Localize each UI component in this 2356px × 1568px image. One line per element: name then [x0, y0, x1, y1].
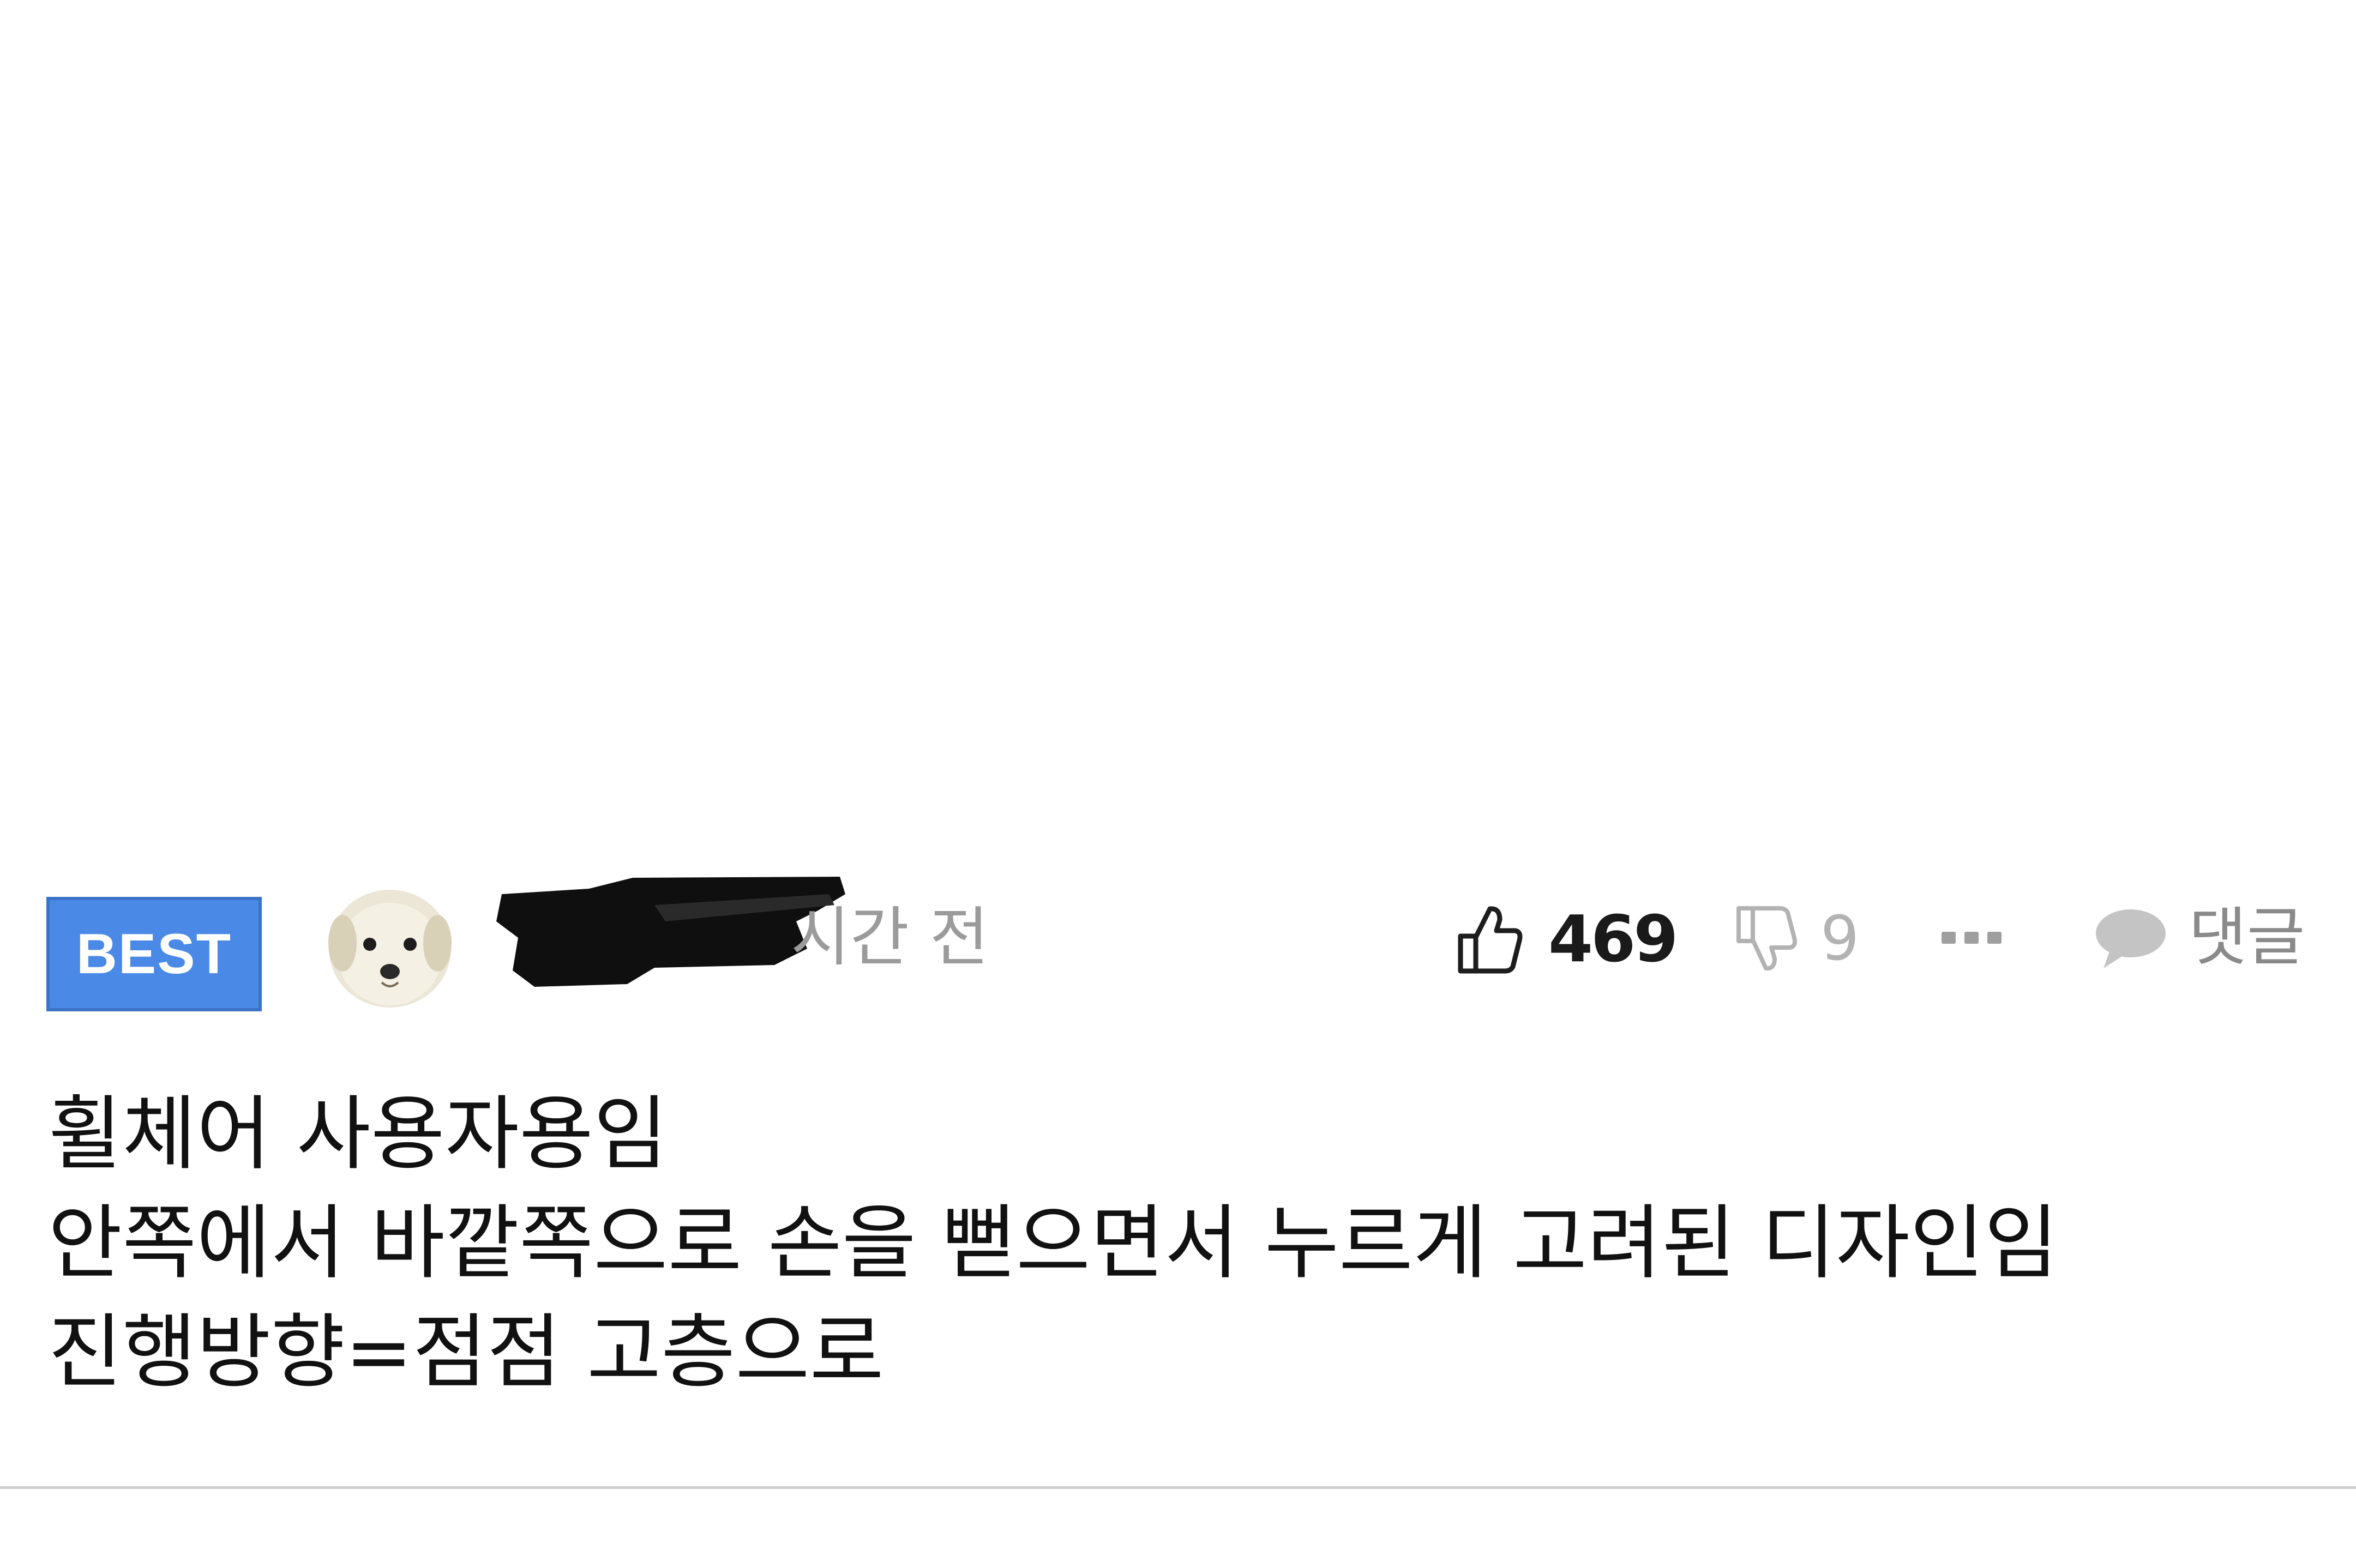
comment-page: BEST 시간 전 469 9 댓글 휠체어 사용자용임 안쪽에서 바깥쪽으로 … [0, 0, 2356, 1568]
thumbs-down-icon [1736, 906, 1797, 971]
comment-time: 시간 전 [791, 900, 989, 975]
dot [1987, 932, 2002, 944]
speech-bubble-icon [2096, 909, 2166, 968]
thumbs-up-icon [1458, 906, 1523, 974]
dislike-button[interactable]: 9 [1734, 895, 1859, 982]
dot [1964, 932, 1979, 944]
puppy-avatar-icon[interactable] [322, 883, 458, 1010]
like-button[interactable]: 469 [1456, 895, 1678, 982]
comment-line: 진행방향=점점 고층으로 [48, 1305, 884, 1399]
more-dots-icon[interactable] [1942, 927, 2002, 949]
reply-button[interactable]: 댓글 [2091, 894, 2305, 981]
comment-divider [0, 1486, 2356, 1489]
comment-header: BEST 시간 전 469 9 댓글 [0, 872, 2356, 1011]
like-count: 469 [1548, 901, 1678, 976]
dislike-count: 9 [1820, 903, 1860, 974]
comment-line: 안쪽에서 바깥쪽으로 손을 뻗으면서 누르게 고려된 디자인임 [48, 1196, 2059, 1290]
comment-line: 휠체어 사용자용임 [48, 1087, 668, 1181]
best-badge: BEST [46, 897, 262, 1011]
dot [1942, 932, 1956, 944]
comment-body: 휠체어 사용자용임 안쪽에서 바깥쪽으로 손을 뻗으면서 누르게 고려된 디자인… [48, 1079, 2284, 1407]
reply-label: 댓글 [2189, 901, 2305, 974]
